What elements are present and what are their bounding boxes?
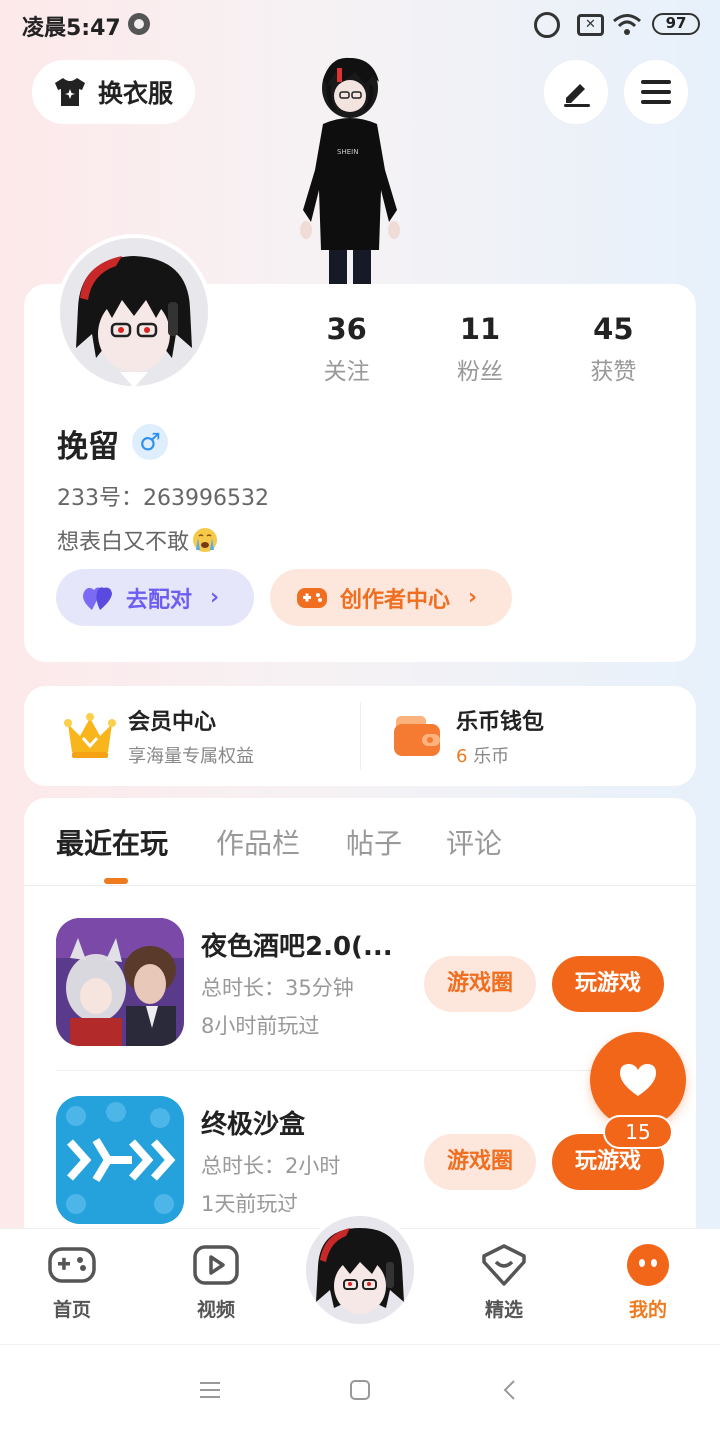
menu-icon bbox=[641, 80, 671, 104]
wifi-icon bbox=[613, 14, 641, 35]
nav-avatar-button[interactable] bbox=[302, 1212, 418, 1328]
stat-value: 36 bbox=[326, 312, 367, 346]
stat-followers[interactable]: 11 粉丝 bbox=[413, 312, 546, 386]
change-outfit-button[interactable]: 换衣服 bbox=[32, 60, 195, 124]
nav-item-home[interactable]: 首页 bbox=[32, 1243, 112, 1322]
nav-label: 视频 bbox=[196, 1299, 235, 1321]
game-duration: 总时长：2小时 bbox=[201, 1154, 341, 1178]
coin-amount: 6 bbox=[456, 746, 468, 767]
creator-center-label: 创作者中心 bbox=[340, 587, 451, 613]
wallet-title: 乐币钱包 bbox=[456, 710, 545, 735]
stat-following[interactable]: 36 关注 bbox=[280, 312, 413, 386]
back-icon[interactable] bbox=[500, 1379, 520, 1401]
avatar-3d-figure[interactable]: SHEIN bbox=[285, 50, 415, 286]
wallet-balance: 6 乐币 bbox=[456, 742, 544, 768]
battery-indicator: 97 bbox=[652, 13, 700, 35]
change-outfit-label: 换衣服 bbox=[98, 79, 174, 108]
game-row[interactable]: 夜色酒吧2.0(... 总时长：35分钟 8小时前玩过 游戏圈 玩游戏 bbox=[56, 918, 664, 1050]
match-button[interactable]: 去配对 › bbox=[56, 569, 254, 626]
male-icon: ♂ bbox=[132, 424, 168, 460]
active-tab-indicator bbox=[104, 878, 128, 884]
divider bbox=[360, 702, 361, 770]
stat-likes[interactable]: 45 获赞 bbox=[547, 312, 680, 386]
recent-apps-icon[interactable] bbox=[198, 1379, 222, 1401]
svg-text:SHEIN: SHEIN bbox=[337, 148, 358, 156]
nav-item-featured[interactable]: 精选 bbox=[464, 1243, 544, 1322]
wallet-icon bbox=[394, 716, 440, 756]
member-wallet-card: 会员中心 享海量专属权益 乐币钱包 6 乐币 bbox=[24, 686, 696, 786]
chevron-right-icon: › bbox=[210, 585, 220, 610]
stat-value: 45 bbox=[593, 312, 634, 346]
heart-box-icon bbox=[482, 1244, 526, 1286]
status-time: 凌晨5:47 bbox=[22, 16, 121, 41]
profile-tabs: 最近在玩 作品栏 帖子 评论 bbox=[24, 798, 696, 886]
video-play-icon bbox=[193, 1245, 239, 1285]
stat-label: 获赞 bbox=[590, 359, 637, 385]
tab-recent-play[interactable]: 最近在玩 bbox=[56, 822, 168, 862]
user-bio: 想表白又不敢 bbox=[57, 524, 219, 556]
nav-item-video[interactable]: 视频 bbox=[176, 1243, 256, 1322]
chevron-right-icon: › bbox=[468, 585, 478, 610]
wallet-entry[interactable]: 乐币钱包 6 乐币 bbox=[392, 686, 544, 786]
pen-icon bbox=[564, 84, 590, 107]
system-nav-bar bbox=[0, 1344, 720, 1440]
coin-unit: 乐币 bbox=[473, 746, 510, 767]
profile-avatar[interactable] bbox=[56, 234, 212, 390]
face-icon bbox=[627, 1244, 669, 1286]
play-game-button[interactable]: 玩游戏 bbox=[552, 956, 664, 1012]
like-button[interactable] bbox=[590, 1032, 686, 1128]
gamepad-icon bbox=[48, 1247, 96, 1283]
alarm-icon bbox=[534, 12, 560, 38]
game-last-played: 8小时前玩过 bbox=[201, 1014, 320, 1038]
member-center-title: 会员中心 bbox=[128, 710, 217, 735]
member-center-subtitle: 享海量专属权益 bbox=[128, 746, 254, 767]
game-circle-button[interactable]: 游戏圈 bbox=[424, 956, 536, 1012]
menu-button[interactable] bbox=[624, 60, 688, 124]
game-name: 夜色酒吧2.0(... bbox=[201, 932, 393, 962]
stat-label: 粉丝 bbox=[456, 359, 503, 385]
game-icon[interactable] bbox=[56, 918, 184, 1046]
nav-item-me[interactable]: 我的 bbox=[608, 1243, 688, 1322]
tab-comments[interactable]: 评论 bbox=[446, 822, 502, 862]
username: 挽留 bbox=[57, 429, 119, 465]
creator-center-button[interactable]: 创作者中心 › bbox=[270, 569, 512, 626]
game-last-played: 1天前玩过 bbox=[201, 1192, 299, 1216]
status-bar: 凌晨5:47 ✕ 97 bbox=[0, 0, 720, 50]
double-heart-icon bbox=[83, 586, 112, 610]
gamepad-icon bbox=[297, 587, 327, 608]
home-square-icon[interactable] bbox=[348, 1379, 372, 1401]
sim-off-icon: ✕ bbox=[577, 14, 604, 36]
nav-label: 首页 bbox=[52, 1299, 91, 1321]
game-circle-button[interactable]: 游戏圈 bbox=[424, 1134, 536, 1190]
user-id: 233号：263996532 bbox=[57, 486, 269, 511]
like-count-badge: 15 bbox=[603, 1115, 673, 1149]
notification-icon bbox=[128, 13, 150, 35]
game-icon[interactable] bbox=[56, 1096, 184, 1224]
nav-label: 精选 bbox=[484, 1299, 523, 1321]
profile-stats: 36 关注 11 粉丝 45 获赞 bbox=[280, 312, 680, 386]
crying-emoji-icon bbox=[193, 528, 218, 552]
edit-profile-button[interactable] bbox=[544, 60, 608, 124]
bio-text: 想表白又不敢 bbox=[57, 530, 190, 555]
heart-icon bbox=[620, 1064, 656, 1096]
tab-works[interactable]: 作品栏 bbox=[216, 822, 300, 862]
game-name: 终极沙盒 bbox=[201, 1110, 306, 1140]
stat-value: 11 bbox=[459, 312, 501, 346]
member-center-entry[interactable]: 会员中心 享海量专属权益 bbox=[64, 686, 254, 786]
tab-posts[interactable]: 帖子 bbox=[346, 822, 402, 862]
divider bbox=[56, 1070, 664, 1071]
game-duration: 总时长：35分钟 bbox=[201, 976, 354, 1000]
match-label: 去配对 bbox=[126, 587, 193, 613]
stat-label: 关注 bbox=[323, 359, 370, 385]
tshirt-icon bbox=[55, 78, 85, 106]
crown-icon bbox=[64, 713, 116, 758]
nav-label: 我的 bbox=[628, 1299, 667, 1321]
